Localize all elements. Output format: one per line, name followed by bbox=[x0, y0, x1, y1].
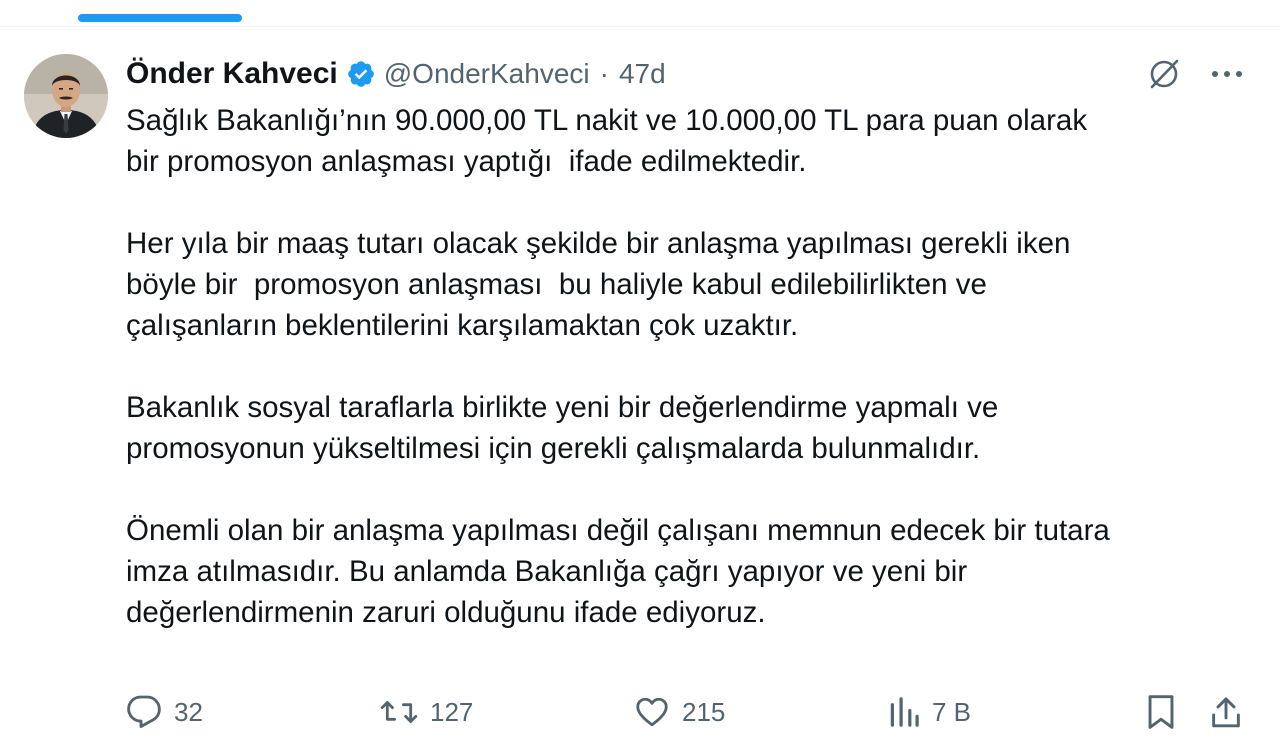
like-count: 215 bbox=[682, 696, 726, 727]
separator-dot: · bbox=[599, 58, 609, 89]
tweet-paragraph: Önemli olan bir anlaşma yapılması değil … bbox=[126, 514, 1110, 629]
tweet-paragraph: Her yıla bir maaş tutarı olacak şekilde … bbox=[126, 227, 1071, 342]
bookmark-button[interactable] bbox=[1146, 693, 1176, 731]
reply-icon bbox=[127, 695, 161, 728]
more-horizontal-icon[interactable] bbox=[1210, 69, 1244, 79]
top-divider bbox=[0, 26, 1280, 27]
views-count: 7 B bbox=[932, 696, 972, 727]
author-handle[interactable]: @OnderKahveci bbox=[384, 58, 590, 90]
repost-icon bbox=[380, 701, 418, 723]
repost-count: 127 bbox=[430, 696, 474, 727]
reply-button[interactable]: 32 bbox=[126, 694, 203, 730]
tweet-paragraph: Bakanlık sosyal taraflarla birlikte yeni… bbox=[126, 391, 999, 465]
tweet-text: Sağlık Bakanlığı’nın 90.000,00 TL nakit … bbox=[126, 100, 1246, 633]
reply-count: 32 bbox=[174, 696, 203, 727]
tweet-page: Önder Kahveci @OnderKahveci · 47d Sağlık… bbox=[0, 0, 1280, 756]
share-button[interactable] bbox=[1210, 694, 1242, 730]
bookmark-icon bbox=[1148, 695, 1174, 729]
views-icon bbox=[890, 697, 919, 727]
like-button[interactable]: 215 bbox=[634, 694, 725, 730]
avatar-photo bbox=[24, 54, 108, 138]
verified-badge-icon[interactable] bbox=[346, 59, 376, 89]
grok-icon[interactable] bbox=[1146, 56, 1182, 92]
active-tab-indicator bbox=[78, 14, 242, 22]
avatar[interactable] bbox=[24, 54, 108, 138]
tweet-action-bar: 32 127 215 7 B bbox=[126, 686, 1248, 738]
share-icon bbox=[1212, 697, 1240, 728]
tweet-header: Önder Kahveci @OnderKahveci · 47d bbox=[126, 52, 666, 96]
author-name[interactable]: Önder Kahveci bbox=[126, 57, 338, 91]
heart-icon bbox=[636, 697, 668, 727]
tweet-time[interactable]: 47d bbox=[619, 58, 666, 90]
views-button[interactable]: 7 B bbox=[888, 694, 971, 730]
header-actions bbox=[1146, 56, 1244, 92]
tweet-paragraph: Sağlık Bakanlığı’nın 90.000,00 TL nakit … bbox=[126, 104, 1088, 178]
repost-button[interactable]: 127 bbox=[380, 694, 473, 730]
